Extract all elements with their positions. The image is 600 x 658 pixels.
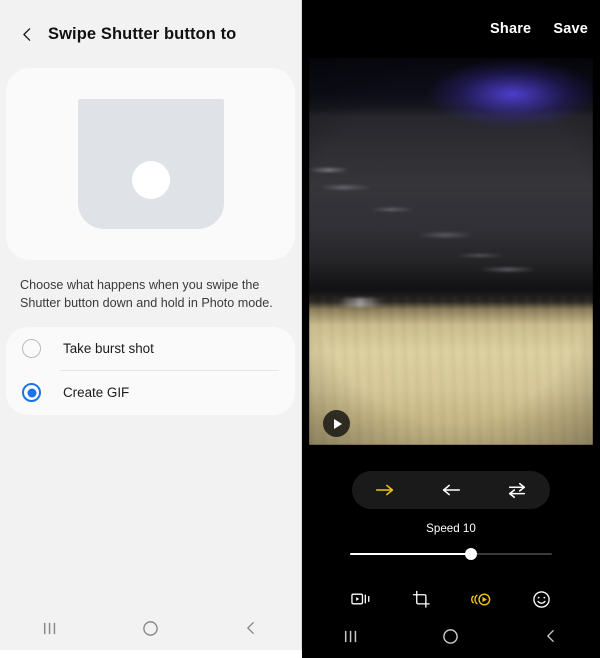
description-text: Choose what happens when you swipe the S… [20, 278, 273, 311]
save-button[interactable]: Save [553, 21, 588, 37]
option-create-gif[interactable]: Create GIF [6, 371, 295, 415]
page-title: Swipe Shutter button to [48, 24, 237, 43]
share-button[interactable]: Share [490, 21, 531, 37]
option-take-burst-shot[interactable]: Take burst shot [6, 327, 295, 371]
dual-screenshot-container: Swipe Shutter button to Choose what happ… [0, 0, 600, 658]
editor-header: Share Save [302, 0, 600, 58]
home-circle-icon[interactable] [423, 614, 479, 658]
crop-icon[interactable] [404, 584, 438, 614]
settings-header: Swipe Shutter button to [0, 0, 301, 68]
option-label: Create GIF [63, 385, 130, 400]
left-spacer [0, 415, 301, 607]
speed-playback-icon[interactable] [464, 584, 498, 614]
preview-vignette [309, 58, 593, 445]
camera-settings-panel: Swipe Shutter button to Choose what happ… [0, 0, 302, 650]
swap-arrows-icon[interactable] [494, 473, 540, 507]
smiley-icon[interactable] [524, 584, 558, 614]
back-chevron-icon[interactable] [223, 606, 279, 650]
illustration-card [6, 68, 295, 260]
gif-editor-panel: Share Save Speed 10 [302, 0, 600, 658]
speed-slider[interactable] [350, 546, 552, 562]
android-navbar-right [302, 614, 600, 658]
options-card: Take burst shot Create GIF [6, 326, 295, 415]
back-chevron-icon[interactable] [522, 614, 578, 658]
gif-preview[interactable] [309, 58, 593, 445]
recents-icon[interactable] [324, 614, 380, 658]
slider-fill [350, 553, 472, 555]
slider-thumb[interactable] [465, 548, 478, 560]
direction-bar-wrapper [302, 471, 600, 509]
arrow-left-icon[interactable] [428, 473, 474, 507]
home-circle-icon[interactable] [122, 606, 178, 650]
shutter-button-illustration [77, 99, 224, 229]
video-trim-icon[interactable] [344, 584, 378, 614]
playback-direction-bar [352, 471, 550, 509]
play-triangle [333, 418, 342, 429]
shutter-dot [131, 161, 170, 199]
editor-toolbar [302, 584, 600, 614]
radio-selected-icon[interactable] [22, 383, 41, 402]
android-navbar-left [0, 606, 301, 650]
radio-unselected-icon[interactable] [22, 339, 41, 358]
chevron-left-icon[interactable] [14, 21, 40, 47]
option-label: Take burst shot [63, 341, 154, 356]
arrow-right-icon[interactable] [362, 473, 408, 507]
play-icon[interactable] [323, 410, 350, 437]
recents-icon[interactable] [22, 606, 78, 650]
speed-label: Speed 10 [426, 522, 476, 535]
